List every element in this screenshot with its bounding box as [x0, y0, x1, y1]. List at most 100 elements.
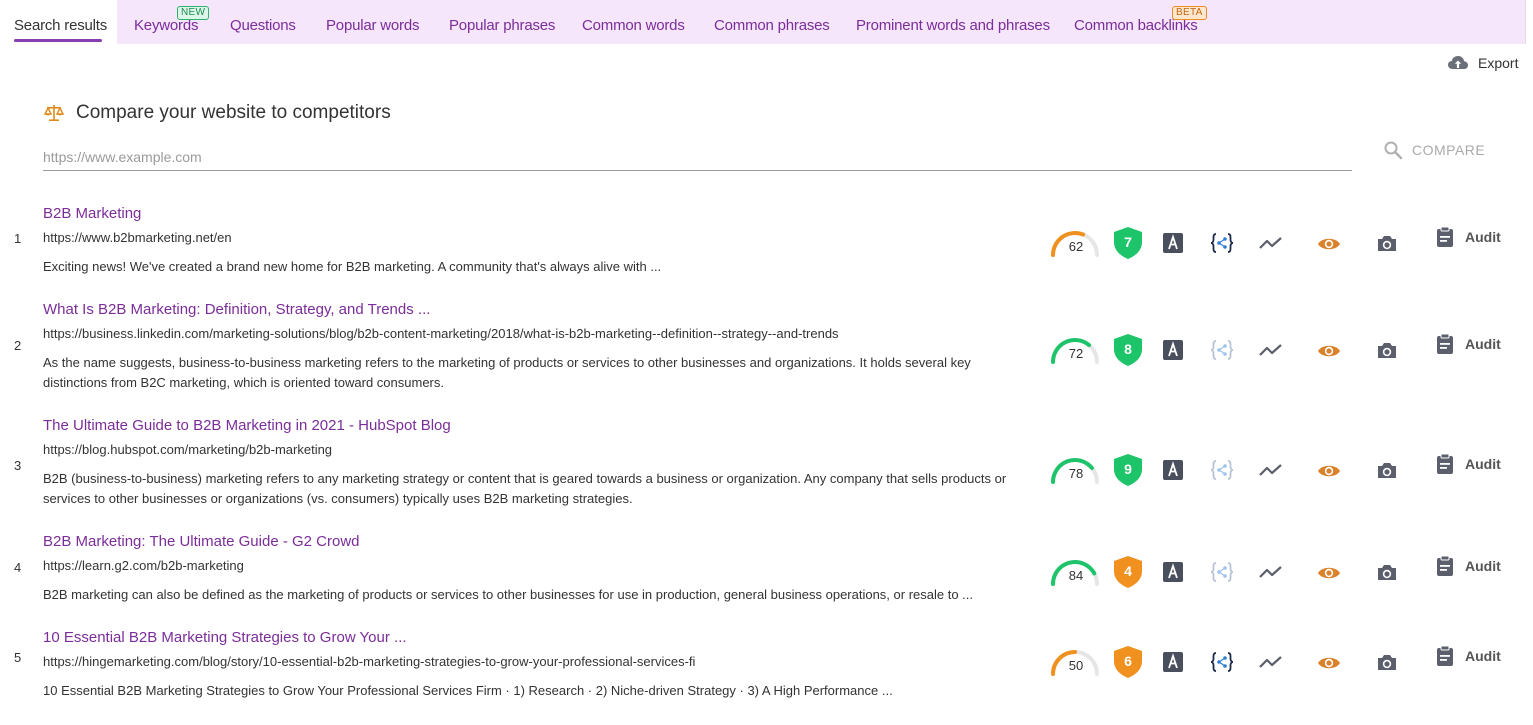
result-title-link[interactable]: B2B Marketing	[43, 205, 141, 222]
result-description: B2B marketing can also be defined as the…	[43, 587, 974, 602]
shield-score-value: 9	[1124, 461, 1132, 477]
beta-badge: BETA	[1172, 6, 1207, 20]
new-badge: NEW	[177, 6, 210, 20]
clipboard-icon	[1437, 555, 1453, 576]
camera-icon[interactable]	[1376, 341, 1398, 365]
result-title-link[interactable]: What Is B2B Marketing: Definition, Strat…	[43, 301, 430, 318]
schema-code-icon[interactable]	[1210, 460, 1234, 485]
shield-score-value: 6	[1124, 653, 1132, 669]
audit-button[interactable]: Audit	[1436, 645, 1501, 667]
tab-questions[interactable]: Questions	[230, 17, 296, 34]
export-button[interactable]: Export	[1447, 52, 1518, 74]
eye-icon[interactable]	[1317, 236, 1341, 257]
compare-title: Compare your website to competitors	[76, 102, 391, 123]
audit-label: Audit	[1465, 648, 1501, 664]
audit-button[interactable]: Audit	[1436, 333, 1501, 355]
clipboard-icon	[1437, 226, 1453, 247]
result-description: As the name suggests, business-to-busine…	[43, 355, 971, 390]
page-score-gauge: 72	[1049, 332, 1103, 366]
clipboard-icon	[1437, 333, 1453, 354]
result-title-link[interactable]: B2B Marketing: The Ultimate Guide - G2 C…	[43, 533, 360, 550]
compare-button-label: COMPARE	[1412, 142, 1486, 158]
eye-icon[interactable]	[1317, 565, 1341, 586]
compare-heading: Compare your website to competitors	[44, 102, 391, 124]
schema-code-icon[interactable]	[1210, 340, 1234, 365]
result-url: https://business.linkedin.com/marketing-…	[43, 326, 839, 341]
result-row: 1 B2B Marketing https://www.b2bmarketing…	[0, 205, 1533, 301]
audit-label: Audit	[1465, 558, 1501, 574]
trend-chart-icon[interactable]	[1259, 654, 1283, 675]
trend-chart-icon[interactable]	[1259, 564, 1283, 585]
schema-code-icon[interactable]	[1210, 652, 1234, 677]
page-score-value: 62	[1068, 239, 1084, 254]
export-label: Export	[1478, 55, 1519, 71]
tab-common-words[interactable]: Common words	[582, 17, 685, 34]
shield-icon[interactable]: 4	[1113, 555, 1143, 589]
result-rank: 1	[14, 231, 22, 246]
page-score-value: 72	[1068, 346, 1084, 361]
font-a-icon[interactable]	[1163, 340, 1183, 365]
result-row: 2 What Is B2B Marketing: Definition, Str…	[0, 301, 1533, 397]
shield-icon[interactable]: 7	[1113, 226, 1143, 260]
audit-button[interactable]: Audit	[1436, 226, 1501, 248]
camera-icon[interactable]	[1376, 563, 1398, 587]
font-a-icon[interactable]	[1163, 652, 1183, 677]
shield-icon[interactable]: 9	[1113, 453, 1143, 487]
schema-code-icon[interactable]	[1210, 233, 1234, 258]
tab-search-results[interactable]: Search results	[14, 17, 107, 34]
shield-score-value: 4	[1124, 563, 1132, 579]
result-title-link[interactable]: The Ultimate Guide to B2B Marketing in 2…	[43, 417, 451, 434]
search-icon	[1384, 141, 1403, 160]
result-url: https://learn.g2.com/b2b-marketing	[43, 558, 244, 573]
audit-button[interactable]: Audit	[1436, 453, 1501, 475]
page-score-gauge: 84	[1049, 554, 1103, 588]
font-a-icon[interactable]	[1163, 460, 1183, 485]
shield-score-value: 7	[1124, 234, 1132, 250]
page-score-gauge: 50	[1049, 644, 1103, 678]
clipboard-icon	[1437, 645, 1453, 666]
trend-chart-icon[interactable]	[1259, 462, 1283, 483]
audit-label: Audit	[1465, 336, 1501, 352]
compare-url-input[interactable]	[43, 144, 1352, 171]
page-score-gauge: 62	[1049, 225, 1103, 259]
result-title-link[interactable]: 10 Essential B2B Marketing Strategies to…	[43, 629, 407, 646]
camera-icon[interactable]	[1376, 234, 1398, 258]
scale-icon	[44, 105, 64, 121]
compare-button[interactable]: COMPARE	[1383, 140, 1485, 160]
audit-label: Audit	[1465, 229, 1501, 245]
font-a-icon[interactable]	[1163, 233, 1183, 258]
trend-chart-icon[interactable]	[1259, 235, 1283, 256]
active-tab-underline	[14, 39, 102, 42]
audit-button[interactable]: Audit	[1436, 555, 1501, 577]
shield-icon[interactable]: 8	[1113, 333, 1143, 367]
shield-score-value: 8	[1124, 341, 1132, 357]
result-url: https://hingemarketing.com/blog/story/10…	[43, 654, 696, 669]
camera-icon[interactable]	[1376, 653, 1398, 677]
result-description: B2B (business-to-business) marketing ref…	[43, 471, 1007, 506]
result-row: 3 The Ultimate Guide to B2B Marketing in…	[0, 417, 1533, 513]
audit-label: Audit	[1465, 456, 1501, 472]
result-description: 10 Essential B2B Marketing Strategies to…	[43, 683, 893, 698]
result-rank: 4	[14, 560, 22, 575]
result-url: https://www.b2bmarketing.net/en	[43, 230, 232, 245]
page-score-value: 50	[1068, 658, 1084, 673]
camera-icon[interactable]	[1376, 461, 1398, 485]
clipboard-icon	[1437, 453, 1453, 474]
shield-icon[interactable]: 6	[1113, 645, 1143, 679]
tab-bar: Search results Keywords NEW Questions Po…	[0, 0, 1526, 44]
tab-popular-phrases[interactable]: Popular phrases	[449, 17, 555, 34]
eye-icon[interactable]	[1317, 463, 1341, 484]
font-a-icon[interactable]	[1163, 562, 1183, 587]
schema-code-icon[interactable]	[1210, 562, 1234, 587]
eye-icon[interactable]	[1317, 655, 1341, 676]
result-rank: 2	[14, 338, 22, 353]
trend-chart-icon[interactable]	[1259, 342, 1283, 363]
page-score-value: 78	[1068, 466, 1084, 481]
cloud-upload-icon	[1448, 56, 1468, 69]
tab-prominent-words-and-phrases[interactable]: Prominent words and phrases	[856, 17, 1050, 34]
eye-icon[interactable]	[1317, 343, 1341, 364]
result-row: 5 10 Essential B2B Marketing Strategies …	[0, 629, 1533, 725]
result-rank: 5	[14, 650, 22, 665]
tab-common-phrases[interactable]: Common phrases	[714, 17, 830, 34]
tab-popular-words[interactable]: Popular words	[326, 17, 419, 34]
